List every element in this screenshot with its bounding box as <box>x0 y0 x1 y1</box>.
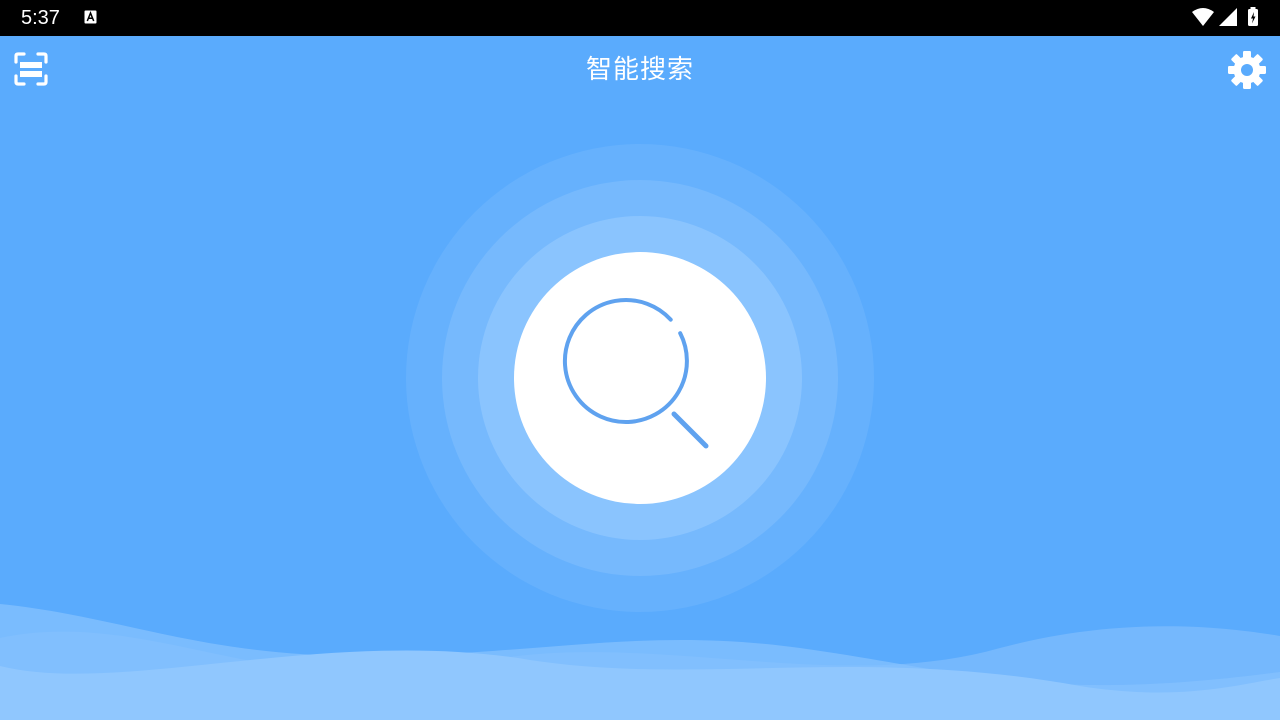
wave-decoration <box>0 604 1280 720</box>
search-icon <box>562 298 709 449</box>
search-button[interactable] <box>514 252 766 504</box>
status-icons <box>1192 7 1258 26</box>
gear-icon <box>1228 51 1266 89</box>
page-title: 智能搜索 <box>585 55 694 85</box>
app-screen: 智能搜索 <box>0 36 1280 720</box>
status-time: 5:37 <box>21 7 60 29</box>
battery-charging-icon <box>1248 7 1258 26</box>
scan-icon <box>14 52 48 86</box>
scan-button[interactable] <box>10 48 52 90</box>
text-a-icon <box>84 10 97 24</box>
status-bar: 5:37 <box>0 0 1280 36</box>
settings-button[interactable] <box>1226 49 1268 91</box>
wifi-icon <box>1192 8 1214 26</box>
signal-icon <box>1219 8 1237 26</box>
